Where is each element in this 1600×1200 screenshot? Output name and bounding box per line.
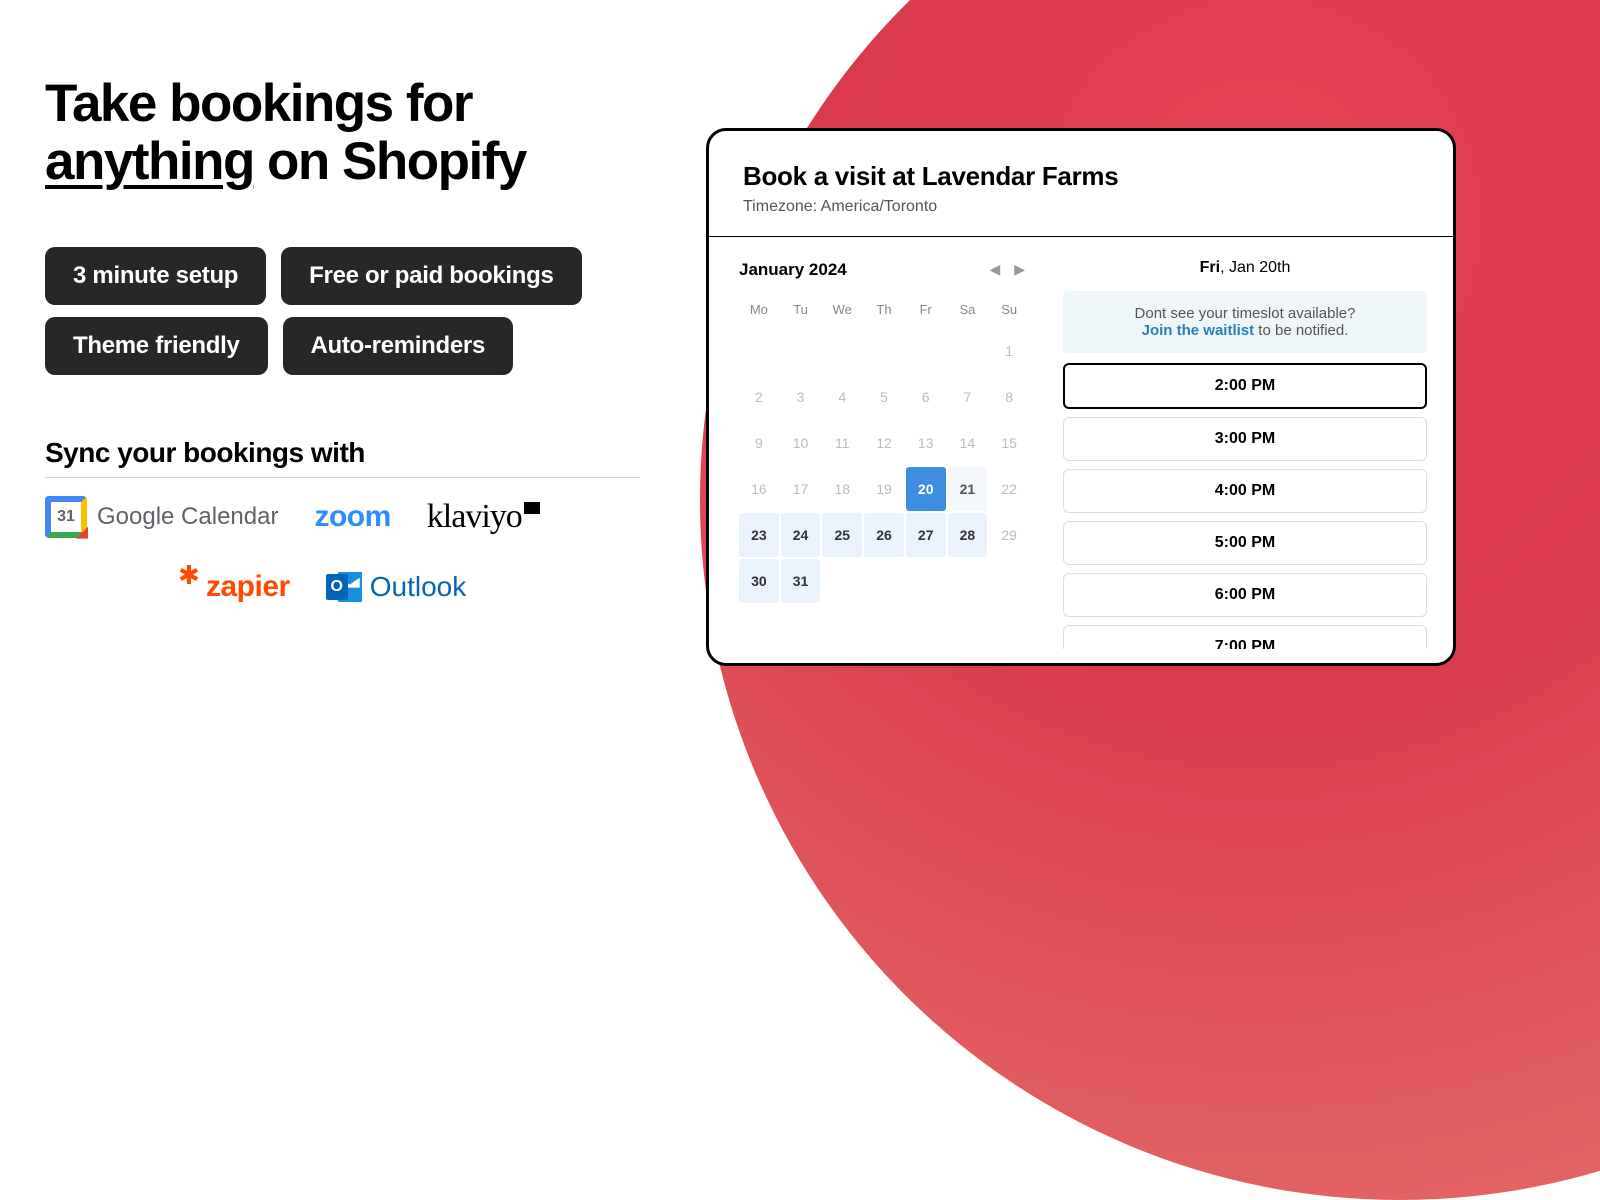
calendar-day[interactable]: 30: [739, 559, 779, 603]
klaviyo-flag-icon: [524, 502, 540, 514]
timeslot-option[interactable]: 5:00 PM: [1063, 521, 1427, 565]
calendar-day: 1: [989, 329, 1029, 373]
calendar-day: 17: [781, 467, 821, 511]
booking-body: January 2024 ◀ ▶ MoTuWeThFrSaSu123456789…: [709, 237, 1453, 649]
timeslot-option[interactable]: 7:00 PM: [1063, 625, 1427, 649]
calendar-day: 6: [906, 375, 946, 419]
feature-pill: Auto-reminders: [283, 317, 514, 375]
calendar-day[interactable]: 24: [781, 513, 821, 557]
timeslot-option[interactable]: 4:00 PM: [1063, 469, 1427, 513]
calendar-grid: MoTuWeThFrSaSu12345678910111213141516171…: [739, 296, 1029, 603]
timeslot-column: Fri, Jan 20th Dont see your timeslot ava…: [1063, 259, 1427, 649]
calendar-day: 9: [739, 421, 779, 465]
sync-section: Sync your bookings with 31 Google Calend…: [45, 437, 665, 608]
feature-pill-row: 3 minute setup Free or paid bookingsTheme…: [45, 247, 665, 375]
join-waitlist-link[interactable]: Join the waitlist: [1142, 322, 1255, 339]
integration-klaviyo: klaviyo: [427, 498, 540, 536]
calendar-dow: We: [822, 296, 862, 327]
integration-logos: 31 Google Calendar zoom klaviyo zapier O: [45, 496, 625, 608]
calendar-nav: ◀ ▶: [985, 259, 1029, 280]
calendar-day: 29: [989, 513, 1029, 557]
integration-outlook: O Outlook: [326, 570, 467, 604]
calendar-day: 16: [739, 467, 779, 511]
calendar-day: 15: [989, 421, 1029, 465]
calendar-day: 2: [739, 375, 779, 419]
zapier-logo: zapier: [206, 570, 290, 604]
calendar-day: 3: [781, 375, 821, 419]
google-calendar-label: Google Calendar: [97, 503, 278, 531]
calendar-day: 11: [822, 421, 862, 465]
klaviyo-logo: klaviyo: [427, 498, 540, 536]
calendar-dow: Su: [989, 296, 1029, 327]
calendar-dow: Mo: [739, 296, 779, 327]
calendar-day[interactable]: 27: [906, 513, 946, 557]
calendar-prev-icon[interactable]: ◀: [985, 259, 1004, 280]
calendar-day: 18: [822, 467, 862, 511]
feature-pill: Free or paid bookings: [281, 247, 581, 305]
booking-widget-header: Book a visit at Lavendar Farms Timezone:…: [709, 131, 1453, 237]
selected-date-label: Fri, Jan 20th: [1063, 259, 1427, 277]
calendar-day: 10: [781, 421, 821, 465]
calendar-month-label: January 2024: [739, 260, 847, 280]
calendar-header: January 2024 ◀ ▶: [739, 259, 1029, 280]
marketing-left-column: Take bookings for anything on Shopify 3 …: [45, 75, 665, 608]
calendar-day: 8: [989, 375, 1029, 419]
waitlist-banner: Dont see your timeslot available? Join t…: [1063, 291, 1427, 353]
calendar-day: 14: [948, 421, 988, 465]
zoom-logo: zoom: [314, 500, 390, 534]
calendar-dow: Sa: [948, 296, 988, 327]
calendar-dow: Fr: [906, 296, 946, 327]
calendar-day: 7: [948, 375, 988, 419]
timeslot-option[interactable]: 2:00 PM: [1063, 363, 1427, 409]
calendar-day: 4: [822, 375, 862, 419]
integration-zoom: zoom: [314, 500, 390, 534]
calendar-dow: Th: [864, 296, 904, 327]
feature-pill: Theme friendly: [45, 317, 268, 375]
calendar-column: January 2024 ◀ ▶ MoTuWeThFrSaSu123456789…: [739, 259, 1029, 649]
timeslot-option[interactable]: 6:00 PM: [1063, 573, 1427, 617]
headline-line2-rest: on Shopify: [254, 132, 526, 191]
booking-widget: Book a visit at Lavendar Farms Timezone:…: [706, 128, 1456, 666]
integration-zapier: zapier: [180, 566, 290, 608]
timeslot-option[interactable]: 3:00 PM: [1063, 417, 1427, 461]
calendar-day: 12: [864, 421, 904, 465]
headline-line1: Take bookings for: [45, 74, 472, 133]
timeslot-list: 2:00 PM 3:00 PM 4:00 PM 5:00 PM 6:00 PM 7:00 …: [1063, 363, 1427, 649]
headline: Take bookings for anything on Shopify: [45, 75, 665, 192]
calendar-day: 13: [906, 421, 946, 465]
calendar-day[interactable]: 20: [906, 467, 946, 511]
google-calendar-icon: 31: [45, 496, 87, 538]
calendar-day[interactable]: 28: [948, 513, 988, 557]
calendar-day[interactable]: 21: [948, 467, 988, 511]
headline-underlined: anything: [45, 132, 254, 191]
outlook-icon: O: [326, 570, 362, 604]
calendar-day: 5: [864, 375, 904, 419]
calendar-day[interactable]: 31: [781, 559, 821, 603]
calendar-day: 19: [864, 467, 904, 511]
sync-heading: Sync your bookings with: [45, 437, 640, 478]
calendar-day[interactable]: 25: [822, 513, 862, 557]
calendar-day: 22: [989, 467, 1029, 511]
feature-pill: 3 minute setup: [45, 247, 266, 305]
booking-timezone: Timezone: America/Toronto: [743, 198, 1419, 216]
integration-google-calendar: 31 Google Calendar: [45, 496, 278, 538]
booking-title: Book a visit at Lavendar Farms: [743, 161, 1419, 192]
calendar-dow: Tu: [781, 296, 821, 327]
waitlist-line2: Join the waitlist to be notified.: [1083, 322, 1407, 339]
waitlist-line1: Dont see your timeslot available?: [1083, 305, 1407, 322]
outlook-label: Outlook: [370, 571, 467, 603]
calendar-day[interactable]: 23: [739, 513, 779, 557]
zapier-asterisk-icon: [180, 566, 202, 588]
calendar-day[interactable]: 26: [864, 513, 904, 557]
calendar-next-icon[interactable]: ▶: [1010, 259, 1029, 280]
